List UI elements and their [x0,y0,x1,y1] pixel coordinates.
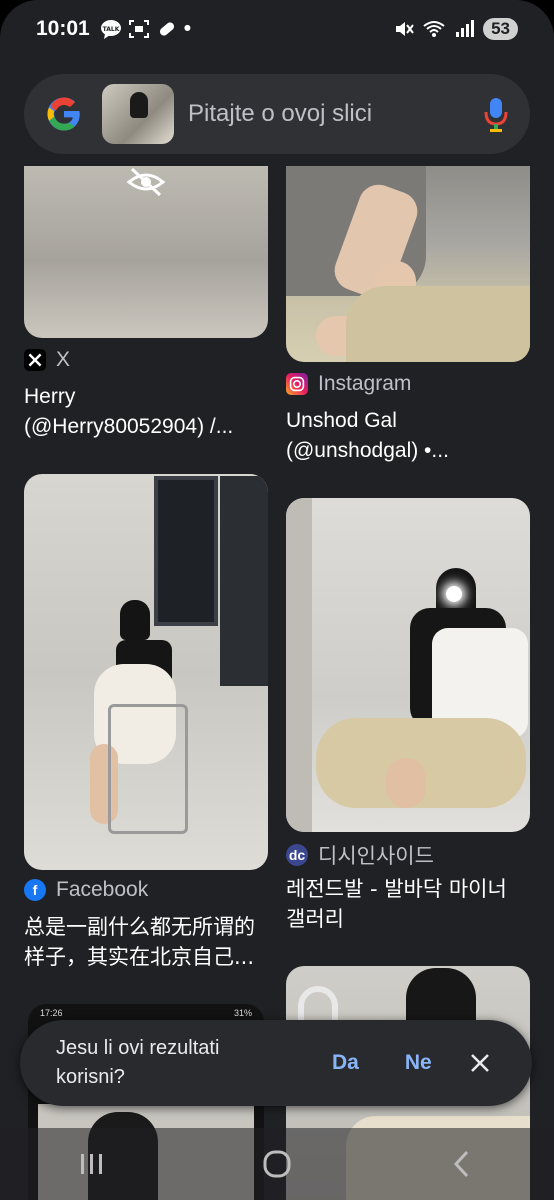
pill-icon [159,22,174,36]
result-title-line: (@unshodgal) •... [286,439,449,462]
result-title-line: 总是一副什么都无所谓的 [24,915,255,939]
result-title-line: Herry [24,385,76,408]
system-nav-bar [0,1128,554,1200]
result-source-1[interactable]: X [24,348,70,372]
talk-icon: TALK [100,20,121,39]
feedback-question: Jesu li ovi rezultati korisni? [56,1037,220,1088]
mic-icon[interactable] [484,96,508,132]
facebook-icon: f [24,879,46,901]
back-button[interactable] [442,1144,482,1184]
close-icon[interactable] [468,1051,492,1075]
result-source-3[interactable]: f Facebook [24,878,148,902]
result-image-3[interactable] [24,474,268,870]
search-bar[interactable]: Pitajte o ovoj slici [24,74,530,154]
search-input[interactable]: Pitajte o ovoj slici [188,100,484,128]
result-title-line: 갤러리 [286,907,344,931]
photo-detail [286,498,312,832]
hidden-eye-icon [126,167,166,197]
feedback-no-button[interactable]: Ne [405,1051,432,1075]
result-title-1[interactable]: Herry (@Herry80052904) /... [24,382,268,442]
back-icon [453,1150,468,1178]
status-bar: 10:01 TALK • 53 [0,0,554,58]
status-dot: • [183,17,192,40]
photo-detail [220,476,268,686]
result-title-3[interactable]: 总是一副什么都无所谓的 样子，其实在北京自己... [24,912,268,972]
system-icons: 53 [393,18,518,40]
result-source-label: Facebook [56,878,149,901]
embedded-battery: 31% [233,1008,252,1018]
photo-detail [120,600,150,640]
x-logo-icon [24,349,46,371]
talk-badge-label: TALK [102,26,119,33]
photo-detail [108,704,188,834]
photo-detail [386,758,426,808]
result-image-4[interactable] [286,498,530,832]
feedback-yes-button[interactable]: Da [332,1051,359,1075]
google-logo-icon[interactable] [46,96,82,132]
result-source-label: X [56,348,71,371]
signal-icon [456,20,475,37]
instagram-icon [286,373,308,395]
photo-detail [154,476,218,626]
result-title-line: 레전드발 - 발바닥 마이너 [286,877,507,901]
result-image-1[interactable] [24,166,268,338]
recents-icon [81,1154,103,1174]
photo-detail [346,286,530,362]
result-source-2[interactable]: Instagram [286,372,411,396]
battery-level: 53 [483,18,518,40]
feedback-bar: Jesu li ovi rezultati korisni? Da Ne [20,1020,532,1106]
notification-icons: TALK • [100,17,191,41]
result-title-line: Unshod Gal [286,409,397,432]
result-title-4[interactable]: 레전드발 - 발바닥 마이너 갤러리 [286,874,530,934]
result-source-label: 디시인사이드 [318,844,434,868]
query-image-thumbnail[interactable] [102,84,174,144]
result-source-label: Instagram [318,372,412,395]
embedded-time: 17:26 [40,1008,63,1018]
result-title-2[interactable]: Unshod Gal (@unshodgal) •... [286,406,530,466]
status-time: 10:01 [36,17,90,40]
wifi-icon [423,21,445,37]
home-icon [263,1150,291,1178]
screenshot-icon [128,20,149,38]
result-image-2[interactable] [286,166,530,362]
photo-detail [446,586,462,602]
dcinside-icon: dc [286,844,308,866]
home-button[interactable] [257,1144,297,1184]
embedded-status-bar: 17:26 31% [40,1008,252,1018]
recents-button[interactable] [72,1144,112,1184]
result-source-4[interactable]: dc 디시인사이드 [286,840,434,870]
result-title-line: 样子，其实在北京自己... [24,945,255,969]
screen: 10:01 TALK • 53 Pitajte o ovoj slici X H… [0,0,554,1200]
result-title-line: (@Herry80052904) /... [24,415,234,438]
mute-icon [396,22,414,36]
